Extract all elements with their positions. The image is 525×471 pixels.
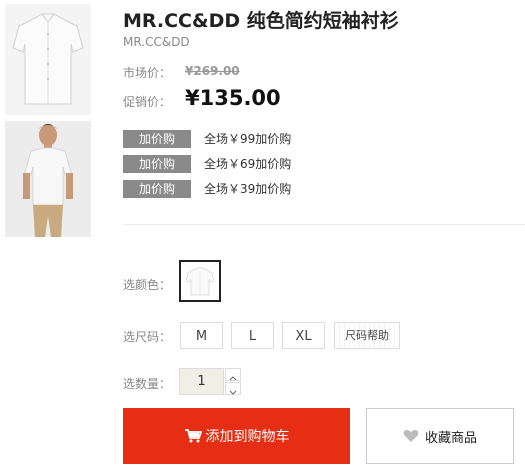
promo-text[interactable]: 全场￥99加价购	[204, 130, 291, 148]
add-to-cart-button[interactable]: 添加到购物车	[123, 408, 350, 464]
cart-icon	[184, 429, 202, 443]
shirt-swatch-image	[185, 267, 215, 296]
promo-tag: 加价购	[123, 155, 191, 173]
promo-tag: 加价购	[123, 180, 191, 198]
color-swatch-white[interactable]	[179, 260, 221, 302]
product-brand[interactable]: MR.CC&DD	[123, 35, 190, 49]
promo-tag: 加价购	[123, 130, 191, 148]
quantity-decrease-button[interactable]	[225, 382, 241, 395]
quantity-label: 选数量：	[123, 377, 172, 391]
sale-price-label: 促销价：	[123, 95, 172, 109]
color-label: 选颜色：	[123, 278, 172, 292]
size-help-button[interactable]: 尺码帮助	[334, 322, 400, 349]
size-label: 选尺码：	[123, 330, 172, 344]
favorite-label: 收藏商品	[424, 430, 477, 446]
quantity-input[interactable]: 1	[179, 368, 224, 395]
market-price-label: 市场价：	[123, 66, 172, 80]
divider	[123, 224, 525, 225]
add-to-cart-label: 添加到购物车	[205, 429, 290, 445]
thumbnail-model-photo[interactable]	[5, 121, 91, 237]
chevron-down-icon	[229, 390, 237, 395]
sale-price: ¥135.00	[185, 86, 281, 110]
size-option-xl[interactable]: XL	[282, 322, 325, 349]
promo-text[interactable]: 全场￥69加价购	[204, 155, 291, 173]
promo-text[interactable]: 全场￥39加价购	[204, 180, 291, 198]
product-title: MR.CC&DD 纯色简约短袖衬衫	[123, 10, 399, 32]
quantity-increase-button[interactable]	[225, 368, 241, 381]
shirt-flat-image	[5, 4, 91, 115]
size-option-m[interactable]: M	[180, 322, 223, 349]
market-price: ¥269.00	[185, 64, 240, 78]
favorite-button[interactable]: 收藏商品	[366, 408, 514, 464]
model-image	[5, 121, 91, 237]
size-option-l[interactable]: L	[231, 322, 274, 349]
thumbnail-product-shirt[interactable]	[5, 4, 91, 115]
heart-icon	[403, 430, 419, 442]
